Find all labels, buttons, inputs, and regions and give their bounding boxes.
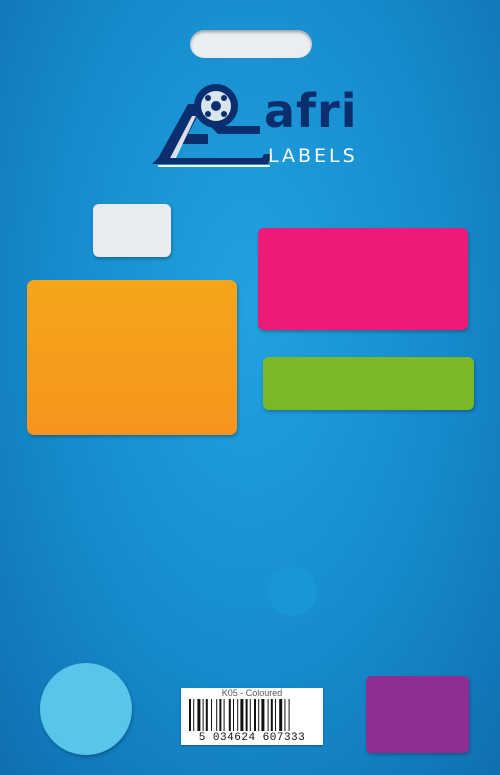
- white-label-sample: [93, 204, 171, 257]
- product-line-label: LABELS: [268, 145, 358, 167]
- light-blue-dot-sample: [40, 663, 132, 755]
- brand-name: afri: [264, 84, 358, 138]
- barcode-icon: [189, 699, 290, 731]
- product-card: afri LABELS K05 - Coloured 5 034624 6073…: [0, 0, 500, 775]
- blue-dot-sample: [268, 567, 317, 616]
- barcode-number: 5 034624 607333: [198, 732, 306, 744]
- product-code: K05 - Coloured: [221, 688, 283, 698]
- pink-label-sample: [258, 228, 468, 330]
- barcode-sticker: K05 - Coloured 5 034624 607333: [181, 688, 323, 745]
- green-label-sample: [263, 357, 474, 410]
- brand-logo: afri LABELS: [148, 80, 358, 172]
- label-roll-icon: [152, 84, 272, 167]
- orange-label-sample: [27, 280, 237, 435]
- hang-hole: [190, 30, 312, 58]
- purple-label-sample: [366, 676, 469, 753]
